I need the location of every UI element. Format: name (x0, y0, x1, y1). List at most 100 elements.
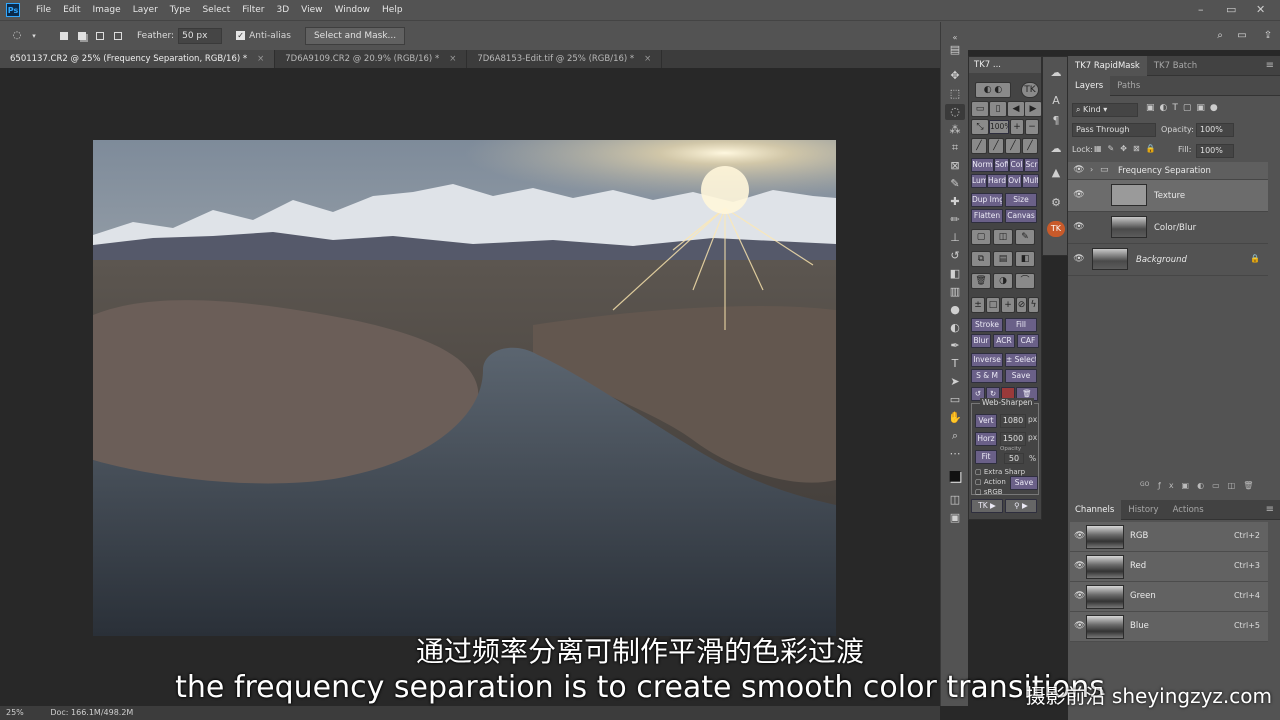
adj-icon[interactable]: ± (971, 297, 985, 313)
tab-channels[interactable]: Channels (1068, 499, 1122, 520)
square-icon[interactable]: □ (986, 297, 1000, 313)
close-icon[interactable]: × (257, 54, 264, 64)
path-select-icon[interactable]: ➤ (945, 374, 965, 390)
doc-tab-2[interactable]: 7D6A9109.CR2 @ 20.9% (RGB/16) * × (275, 50, 468, 68)
history-brush-icon[interactable]: ↺ (945, 248, 965, 264)
tab-tk7-batch[interactable]: TK7 Batch (1147, 56, 1204, 76)
fit-button[interactable]: Fit (975, 450, 997, 464)
more-tools-icon[interactable]: ⋯ (945, 446, 965, 462)
close-icon[interactable]: × (644, 54, 651, 64)
visibility-eye-icon[interactable]: 👁 (1074, 531, 1085, 541)
layer-edit-icon[interactable]: ✎ (1015, 229, 1035, 245)
kind-filter[interactable]: ⌕ Kind ▾ (1072, 103, 1138, 117)
blend-mode-select[interactable]: Pass Through (1072, 123, 1156, 137)
quick-select-tool-icon[interactable]: ⁂ (945, 122, 965, 138)
opacity-input[interactable]: 100% (1196, 123, 1234, 137)
visibility-eye-icon[interactable]: 👁 (1074, 621, 1085, 631)
action-checkbox[interactable]: ▢ Action (975, 478, 1006, 486)
lock-icons[interactable]: ▦✎✥⊠🔒 (1094, 144, 1162, 153)
blur-button[interactable]: Blur (971, 334, 991, 348)
hand-tool-icon[interactable]: ✋ (945, 410, 965, 426)
visibility-eye-icon[interactable]: 👁 (1073, 254, 1085, 266)
menu-edit[interactable]: Edit (57, 5, 86, 15)
eyedropper-tool-icon[interactable]: ✎ (945, 176, 965, 192)
doc-tab-3[interactable]: 7D6A8153-Edit.tif @ 25% (RGB/16) * × (467, 50, 663, 68)
shape-tool-icon[interactable]: ▭ (945, 392, 965, 408)
menu-file[interactable]: File (30, 5, 57, 15)
dodge-tool-icon[interactable]: ◐ (945, 320, 965, 336)
brush-tool-icon[interactable]: ✏ (945, 212, 965, 228)
close-icon[interactable]: × (449, 54, 456, 64)
marquee-tool-icon[interactable]: ⬚ (945, 86, 965, 102)
minus-icon[interactable]: − (1025, 119, 1039, 135)
vert-button[interactable]: Vert (975, 414, 997, 428)
inverse-button[interactable]: Inverse (971, 353, 1003, 367)
cloud-icon[interactable]: ☁ (1047, 141, 1065, 157)
tab-layers[interactable]: Layers (1068, 75, 1111, 96)
tab-tk7-rapidmask[interactable]: TK7 RapidMask (1068, 55, 1147, 76)
caf-button[interactable]: CAF (1017, 334, 1039, 348)
restore-button[interactable]: ▭ (1226, 0, 1236, 20)
lightning-icon[interactable]: ϟ (1028, 297, 1039, 313)
dup-img-button[interactable]: Dup Img (971, 193, 1003, 207)
channel-row-blue[interactable]: 👁 Blue Ctrl+5 (1070, 612, 1268, 642)
plus-small-icon[interactable]: + (1001, 297, 1015, 313)
select-and-mask-button[interactable]: Select and Mask... (304, 26, 406, 45)
tk-footer-button[interactable]: TK ▶ (971, 499, 1003, 513)
opacity-input[interactable]: 50 (1004, 453, 1024, 464)
chevron-down-icon[interactable]: ▾ (30, 29, 38, 43)
paragraph-icon[interactable]: ¶ (1047, 113, 1065, 129)
toolbar-menu-icon[interactable]: ▤ (945, 42, 965, 58)
open-icon[interactable]: ▭ (971, 101, 989, 117)
menu-3d[interactable]: 3D (271, 5, 296, 15)
tk-badge-icon[interactable]: TK (1047, 221, 1065, 237)
go-link[interactable]: GO (1140, 481, 1149, 488)
vert-input[interactable]: 1080 (1000, 414, 1026, 428)
extra-sharp-checkbox[interactable]: ▢ Extra Sharp (975, 468, 1025, 476)
acr-button[interactable]: ACR (993, 334, 1015, 348)
layer-copy-icon[interactable]: ◫ (993, 229, 1013, 245)
libraries-icon[interactable]: ☁ (1047, 65, 1065, 81)
close-button[interactable]: ✕ (1256, 0, 1265, 20)
healing-tool-icon[interactable]: ✚ (945, 194, 965, 210)
layer-row-group[interactable]: 👁 › ▭ Frequency Separation (1068, 162, 1268, 180)
quick-mask-icon[interactable]: ◫ (945, 492, 965, 508)
zoom-100-button[interactable]: 100% (989, 120, 1009, 134)
stroke-button[interactable]: Stroke (971, 318, 1003, 332)
visibility-eye-icon[interactable]: 👁 (1073, 165, 1085, 177)
srgb-checkbox[interactable]: ▢ sRGB (975, 488, 1003, 496)
horz-button[interactable]: Horz (975, 432, 997, 446)
stamp-tool-icon[interactable]: ⊥ (945, 230, 965, 246)
canvas-button[interactable]: Canvas (1005, 209, 1037, 223)
panel-menu-icon[interactable]: ≡ (1266, 60, 1274, 71)
fill-button[interactable]: Fill (1005, 318, 1037, 332)
trash-icon[interactable]: 🗑 (971, 273, 991, 289)
brush-white-icon[interactable]: ╱ (988, 138, 1004, 154)
feather-input[interactable]: 50 px (178, 27, 223, 44)
curve-icon[interactable]: ⌒ (1015, 273, 1035, 289)
menu-help[interactable]: Help (376, 5, 409, 15)
half-icon[interactable]: ◧ (1015, 251, 1035, 267)
search-icon[interactable]: ⌕ (1213, 29, 1227, 43)
type-tool-icon[interactable]: T (945, 356, 965, 372)
move-tool-icon[interactable]: ✥ (945, 68, 965, 84)
new-selection-icon[interactable] (60, 31, 68, 40)
flatten-button[interactable]: Flatten (971, 209, 1003, 223)
menu-image[interactable]: Image (87, 5, 127, 15)
link-icon[interactable]: ⊘ (1016, 297, 1027, 313)
hard-button[interactable]: Hard (987, 174, 1007, 188)
brush-soft-icon[interactable]: ╱ (1022, 138, 1038, 154)
visibility-eye-icon[interactable]: 👁 (1074, 561, 1085, 571)
zoom-level[interactable]: 25% (6, 708, 24, 717)
prev-icon[interactable]: ◀ (1007, 101, 1025, 117)
menu-type[interactable]: Type (164, 5, 197, 15)
layer-row-texture[interactable]: 👁 Texture (1068, 180, 1268, 212)
subtract-selection-icon[interactable] (96, 31, 104, 40)
workspace-icon[interactable]: ▭ (1235, 29, 1249, 43)
tk-logo-icon[interactable]: TK (1021, 82, 1039, 98)
crop-tool-icon[interactable]: ⌗ (945, 140, 965, 156)
panel-menu-icon[interactable]: ≡ (1266, 504, 1274, 515)
histogram-icon[interactable]: ▲ (1047, 165, 1065, 181)
col-button[interactable]: Col (1009, 158, 1024, 172)
visibility-eye-icon[interactable]: 👁 (1073, 190, 1085, 202)
